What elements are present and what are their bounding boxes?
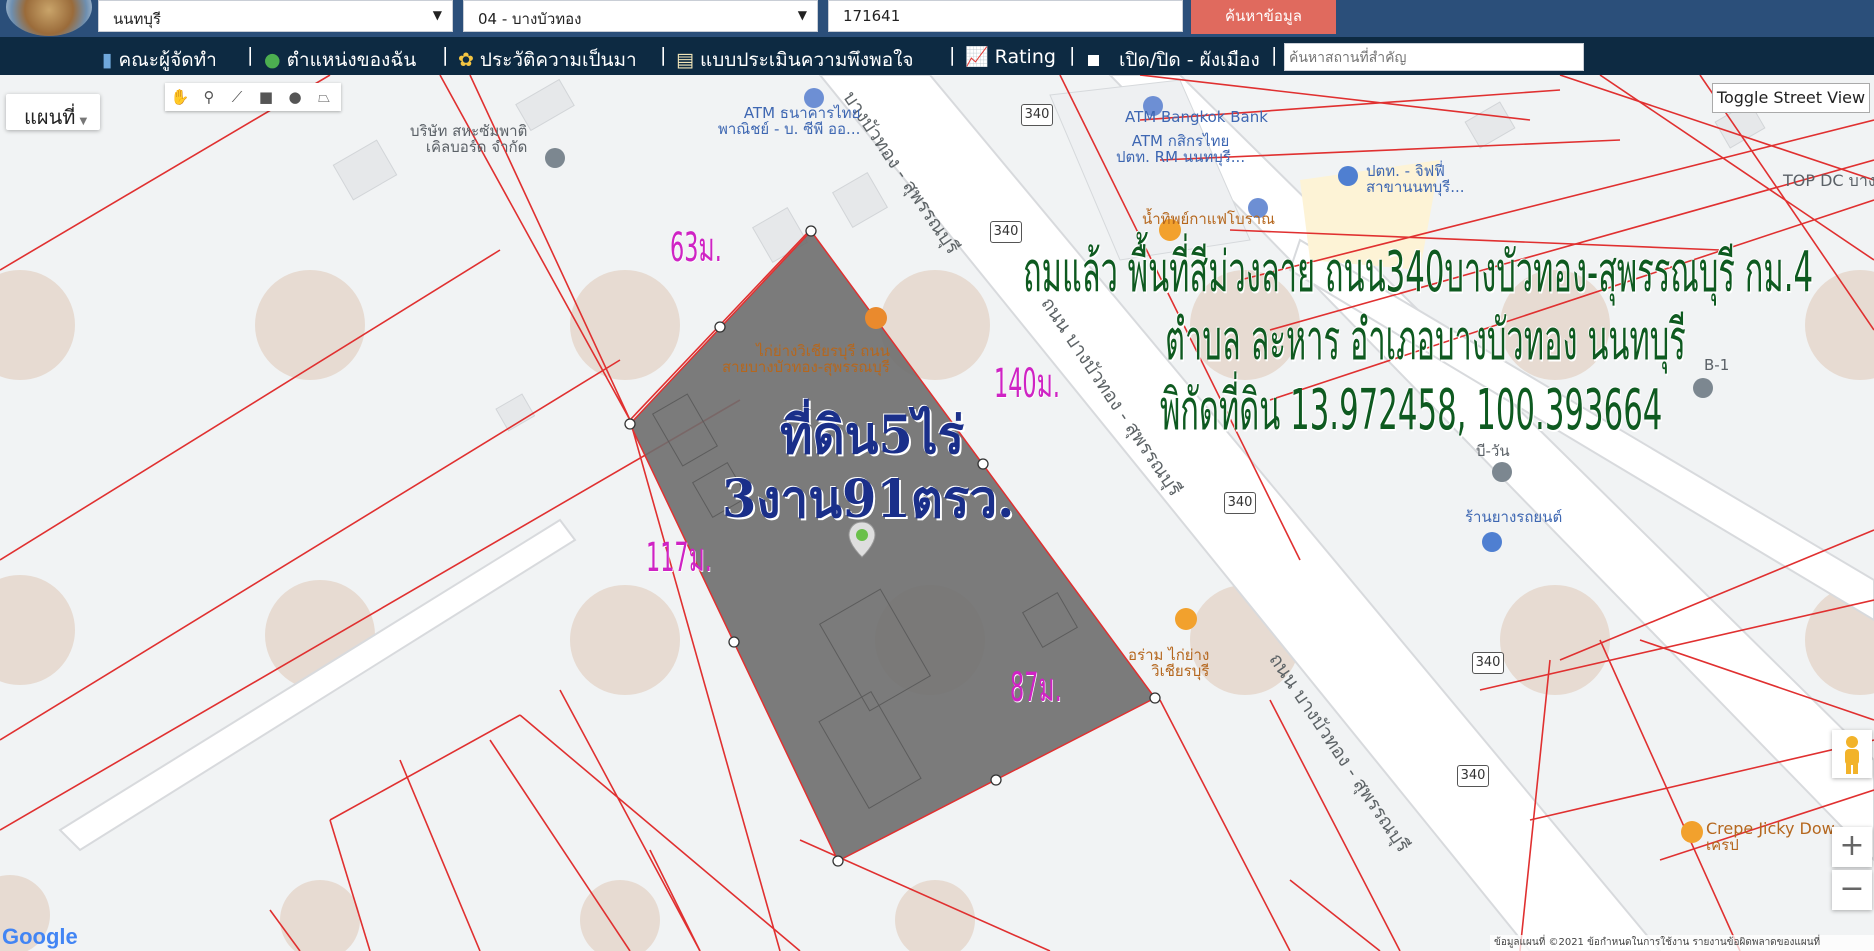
menu-item-label: ตำแหน่งของฉัน — [286, 49, 417, 71]
menu-item-label: Rating — [994, 46, 1056, 68]
circle-icon[interactable]: ● — [285, 87, 305, 107]
dimension-label-right: 140ม. — [994, 361, 1061, 407]
map-type-button[interactable]: แผนที่ ▼ — [6, 94, 100, 130]
menu-separator: | — [247, 44, 254, 66]
poi-label[interactable]: ร้านยางรถยนต์ — [1465, 509, 1562, 525]
globe-icon: ● — [264, 49, 281, 71]
logo — [6, 0, 92, 36]
sprout-icon: ✿ — [458, 49, 474, 71]
poi-label[interactable]: อร่าม ไก่ย่าง วิเชียรบุรี — [1128, 647, 1209, 679]
province-select[interactable]: นนทบุรี ▼ — [98, 0, 453, 32]
menu-separator: | — [660, 44, 667, 66]
chart-icon: 📈 — [965, 46, 989, 68]
poi-line: สายบางบัวทอง-สุพรรณบุรี — [722, 358, 890, 376]
poi-line: อร่าม ไก่ย่าง — [1128, 646, 1210, 664]
menu-bar: ▮ คณะผู้จัดทำ | ● ตำแหน่งของฉัน | ✿ ประวัติ… — [0, 37, 1874, 75]
menu-item-history[interactable]: ✿ ประวัติความเป็นมา — [458, 45, 637, 75]
parcel-input[interactable]: 171641 — [828, 0, 1183, 32]
toggle-street-view-button[interactable]: Toggle Street View — [1712, 83, 1870, 113]
map-type-label: แผนที่ — [24, 105, 76, 129]
poi-line: สาขานนทบุรี... — [1366, 178, 1465, 196]
rectangle-icon[interactable]: ■ — [256, 87, 276, 107]
menu-item-label: ประวัติความเป็นมา — [479, 49, 637, 71]
drawing-toolbar: ✋ ⚲ ⟋ ■ ● ⏢ — [165, 83, 341, 111]
parcel-input-value: 171641 — [843, 7, 901, 25]
hand-icon[interactable]: ✋ — [170, 87, 190, 107]
route-shield: 340 — [990, 221, 1022, 243]
headline-line-3: พิกัดที่ดิน 13.972458, 100.393664 — [1160, 378, 1663, 443]
search-button[interactable]: ค้นหาข้อมูล — [1191, 0, 1336, 34]
poi-line: เคิลบอร์ด จำกัด — [425, 138, 528, 156]
polygon-icon[interactable]: ⏢ — [314, 87, 334, 107]
google-logo: Google — [2, 924, 78, 950]
dimension-label-left: 117ม. — [646, 535, 713, 581]
menu-item-zoning-toggle[interactable]: เปิด/ปิด - ผังเมือง — [1088, 45, 1260, 75]
menu-separator: | — [1271, 44, 1278, 66]
poi-label[interactable]: ปตท. - จิฟฟี่ สาขานนทบุรี... — [1366, 163, 1465, 195]
poi-label[interactable]: B-1 — [1704, 357, 1729, 373]
poi-line: พาณิชย์ - บ. ซีพี ออ... — [718, 120, 861, 138]
marker-icon[interactable]: ⚲ — [199, 87, 219, 107]
menu-item-rating[interactable]: 📈 Rating — [965, 45, 1056, 68]
poi-line: ATM กสิกรไทย — [1131, 132, 1230, 150]
polyline-icon[interactable]: ⟋ — [227, 87, 247, 107]
dimension-label-top: 63ม. — [670, 225, 722, 271]
route-shield: 340 — [1224, 492, 1256, 514]
poi-line: ไก่ย่างวิเชียรบุรี ถนน — [756, 342, 890, 360]
menu-separator: | — [442, 44, 449, 66]
poi-label[interactable]: ATM Bangkok Bank — [1125, 109, 1268, 125]
checkbox-icon[interactable] — [1088, 55, 1099, 66]
poi-label[interactable]: น้ำทิพย์กาแฟโบราณ — [1142, 211, 1275, 227]
province-select-value: นนทบุรี — [113, 10, 161, 28]
map-canvas[interactable]: บางบัวทอง - สุพรรณบุรี ถนน บางบัวทอง - ส… — [0, 75, 1874, 951]
chevron-down-icon: ▼ — [432, 8, 442, 22]
poi-line: Crepe Jicky Dow — [1706, 819, 1835, 838]
caret-down-icon: ▼ — [79, 116, 88, 127]
route-shield: 340 — [1457, 765, 1489, 787]
menu-item-my-location[interactable]: ● ตำแหน่งของฉัน — [264, 45, 416, 75]
zoom-in-button[interactable]: + — [1832, 827, 1872, 867]
district-select-value: 04 - บางบัวทอง — [478, 10, 582, 28]
place-search-input[interactable] — [1284, 43, 1584, 71]
poi-label[interactable]: TOP DC บาง — [1783, 173, 1874, 189]
menu-item-label: เปิด/ปิด - ผังเมือง — [1119, 49, 1260, 71]
menu-item-team[interactable]: ▮ คณะผู้จัดทำ — [102, 45, 217, 75]
menu-separator: | — [949, 44, 956, 66]
zoom-out-button[interactable]: − — [1832, 870, 1872, 910]
google-logo-text: Google — [2, 924, 78, 949]
survey-icon: ▤ — [676, 49, 694, 71]
district-select[interactable]: 04 - บางบัวทอง ▼ — [463, 0, 818, 32]
dimension-label-bottom: 87ม. — [1010, 665, 1062, 711]
chevron-down-icon: ▼ — [797, 8, 807, 22]
poi-label[interactable]: บริษัท สหะซัมพาติ เคิลบอร์ด จำกัด — [410, 123, 527, 155]
poi-line: ATM ธนาคารไทย — [743, 104, 861, 122]
menu-item-label: แบบประเมินความพึงพอใจ — [699, 49, 914, 71]
area-label-2: 3งาน91ตรว. — [722, 469, 1015, 530]
poi-line: ปตท. RM นนทบุรี... — [1116, 148, 1246, 166]
pegman-icon[interactable] — [1832, 730, 1872, 778]
poi-label[interactable]: ไก่ย่างวิเชียรบุรี ถนน สายบางบัวทอง-สุพรร… — [722, 343, 890, 375]
menu-item-survey[interactable]: ▤ แบบประเมินความพึงพอใจ — [676, 45, 914, 75]
poi-line: วิเชียรบุรี — [1151, 662, 1210, 680]
poi-line: บริษัท สหะซัมพาติ — [410, 122, 528, 140]
top-bar: นนทบุรี ▼ 04 - บางบัวทอง ▼ 171641 ค้นหาข… — [0, 0, 1874, 37]
poi-line: เครป — [1706, 836, 1739, 854]
poi-label[interactable]: ATM กสิกรไทย ปตท. RM นนทบุรี... — [1116, 133, 1245, 165]
route-shield: 340 — [1472, 652, 1504, 674]
poi-label[interactable]: ATM ธนาคารไทย พาณิชย์ - บ. ซีพี ออ... — [718, 105, 860, 137]
route-shield: 340 — [1021, 104, 1053, 126]
map-attribution[interactable]: ข้อมูลแผนที่ ©2021 ข้อกำหนดในการใช้งาน ร… — [1490, 935, 1874, 951]
poi-line: ปตท. - จิฟฟี่ — [1366, 162, 1445, 180]
team-icon: ▮ — [102, 49, 113, 71]
menu-separator: | — [1069, 44, 1076, 66]
poi-label[interactable]: Crepe Jicky Dow เครป — [1706, 819, 1835, 854]
menu-item-label: คณะผู้จัดทำ — [118, 49, 217, 71]
